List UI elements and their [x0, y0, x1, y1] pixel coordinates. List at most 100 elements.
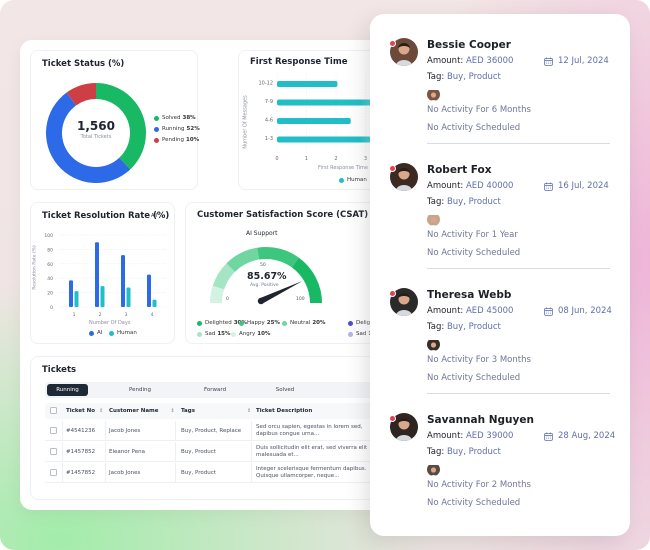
- date-value: 08 Jun, 2024: [558, 306, 612, 316]
- activity-scheduled: No Activity Scheduled: [427, 373, 521, 383]
- legend-label: Sad: [205, 331, 216, 337]
- tab-forward[interactable]: Forward: [190, 384, 240, 396]
- divider: [427, 143, 610, 144]
- tickets-card: Tickets Running Pending Forward Solved T…: [30, 356, 400, 500]
- legend-value: 10%: [257, 331, 271, 337]
- legend-dot: [154, 126, 159, 132]
- y-tick-label: 80: [47, 247, 53, 253]
- status-indicator: [389, 40, 396, 47]
- second-legend-delighted: Delig: [348, 320, 370, 326]
- csat-card: Customer Satisfaction Score (CSAT) AI Su…: [185, 202, 400, 344]
- legend-happy: Happy 25%: [239, 320, 280, 326]
- customer-name: Jacob Jones: [109, 470, 141, 476]
- x-tick-label: 1: [305, 156, 308, 162]
- legend-dot: [154, 137, 159, 143]
- row-checkbox[interactable]: [50, 427, 57, 434]
- resolution-rate-chart: 0 20 40 60 80 100 1 2 3 4: [44, 233, 166, 318]
- lead-item[interactable]: Theresa Webb Amount: AED 45000 08 Jun, 2…: [370, 288, 630, 413]
- tag-value: Buy, Product: [446, 322, 501, 332]
- amount-value: AED 40000: [465, 181, 514, 191]
- lead-item[interactable]: Savannah Nguyen Amount: AED 39000 28 Aug…: [370, 413, 630, 538]
- row-checkbox[interactable]: [50, 469, 57, 476]
- lead-date: 28 Aug, 2024: [544, 431, 615, 441]
- activity-scheduled: No Activity Scheduled: [427, 498, 521, 508]
- table-row[interactable]: #1457852 Eleanor Pena Buy, Product Duis …: [45, 442, 395, 462]
- legend-pending: Pending 10%: [154, 137, 199, 143]
- select-all-checkbox[interactable]: [50, 407, 57, 414]
- legend-value: 38%: [182, 115, 196, 121]
- table-row[interactable]: #1457852 Jacob Jones Buy, Product Intege…: [45, 463, 395, 483]
- row-checkbox[interactable]: [50, 448, 57, 455]
- legend-label: Human: [117, 330, 137, 336]
- lead-amount: Amount: AED 45000: [427, 306, 513, 316]
- tag-value: Buy, Product: [446, 72, 501, 82]
- bar-human: [100, 286, 105, 307]
- lead-name[interactable]: Theresa Webb: [427, 289, 511, 301]
- legend-label: Angry: [239, 331, 256, 337]
- divider: [175, 421, 176, 441]
- lead-amount: Amount: AED 36000: [427, 56, 513, 66]
- y-tick-label: 4-6: [265, 118, 273, 124]
- assignee-avatar[interactable]: [427, 213, 440, 226]
- legend-dot: [231, 331, 236, 337]
- bar-ai: [147, 274, 151, 307]
- lead-date: 12 Jul, 2024: [544, 56, 609, 66]
- calendar-icon: [544, 431, 553, 441]
- lead-amount: Amount: AED 40000: [427, 181, 513, 191]
- tab-running[interactable]: Running: [47, 384, 88, 396]
- bar: [277, 136, 375, 143]
- legend-dot: [348, 320, 353, 326]
- divider: [62, 442, 63, 462]
- card-title: Customer Satisfaction Score (CSAT): [197, 210, 369, 220]
- customer-name: Jacob Jones: [109, 428, 141, 434]
- divider: [175, 463, 176, 483]
- lead-name[interactable]: Robert Fox: [427, 164, 492, 176]
- lead-item[interactable]: Bessie Cooper Amount: AED 36000 12 Jul, …: [370, 38, 630, 163]
- legend-value: 20%: [312, 320, 326, 326]
- column-ticket-description[interactable]: Ticket Description: [256, 403, 312, 419]
- x-tick-label: 2: [99, 312, 102, 318]
- legend-label: Running: [162, 126, 185, 132]
- leads-panel: Bessie Cooper Amount: AED 36000 12 Jul, …: [370, 14, 630, 536]
- calendar-icon: [544, 306, 553, 316]
- gauge-needle-hub: [257, 297, 265, 305]
- ticket-description: Integer scelerisque fermentum dapibus. Q…: [256, 466, 367, 479]
- filter-dropdown[interactable]: All ⌄: [151, 213, 164, 219]
- lead-name[interactable]: Savannah Nguyen: [427, 414, 534, 426]
- tag-label: Tag:: [427, 447, 445, 457]
- tags: Buy, Product: [181, 470, 216, 476]
- assignee-avatar[interactable]: [427, 338, 440, 351]
- activity-status: No Activity For 6 Months: [427, 105, 531, 115]
- assignee-avatar[interactable]: [427, 463, 440, 476]
- divider: [251, 463, 252, 483]
- bar-ai: [69, 280, 73, 307]
- total-tickets-label: Total Tickets: [80, 134, 112, 140]
- y-tick-label: 0: [50, 305, 53, 311]
- column-label: Customer Name: [109, 408, 159, 414]
- lead-name[interactable]: Bessie Cooper: [427, 39, 511, 51]
- legend-dot: [239, 320, 244, 326]
- amount-label: Amount:: [427, 181, 464, 191]
- x-tick-label: 2: [334, 156, 337, 162]
- lead-tag: Tag: Buy, Product: [427, 72, 501, 82]
- tab-pending[interactable]: Pending: [115, 384, 165, 396]
- tags: Buy, Product: [181, 449, 216, 455]
- lead-item[interactable]: Robert Fox Amount: AED 40000 16 Jul, 202…: [370, 163, 630, 288]
- divider: [427, 268, 610, 269]
- legend-human: Human: [109, 330, 137, 336]
- x-tick-label: 0: [275, 156, 278, 162]
- lead-tag: Tag: Buy, Product: [427, 447, 501, 457]
- assignee-avatar[interactable]: [427, 88, 440, 101]
- gauge-scale-min: 0: [226, 297, 229, 302]
- lead-date: 08 Jun, 2024: [544, 306, 612, 316]
- table-row[interactable]: #4541236 Jacob Jones Buy, Product, Repla…: [45, 421, 395, 441]
- tag-label: Tag:: [427, 197, 445, 207]
- column-ticket-no[interactable]: Ticket No ⇕: [66, 403, 103, 419]
- tab-solved[interactable]: Solved: [260, 384, 310, 396]
- total-tickets-value: 1,560: [77, 119, 115, 133]
- bar-human: [74, 291, 79, 307]
- column-tags[interactable]: Tags ⇕: [181, 403, 251, 419]
- gauge-title: AI Support: [246, 230, 278, 237]
- column-customer-name[interactable]: Customer Name ⇕: [109, 403, 175, 419]
- y-tick-label: 20: [47, 291, 53, 297]
